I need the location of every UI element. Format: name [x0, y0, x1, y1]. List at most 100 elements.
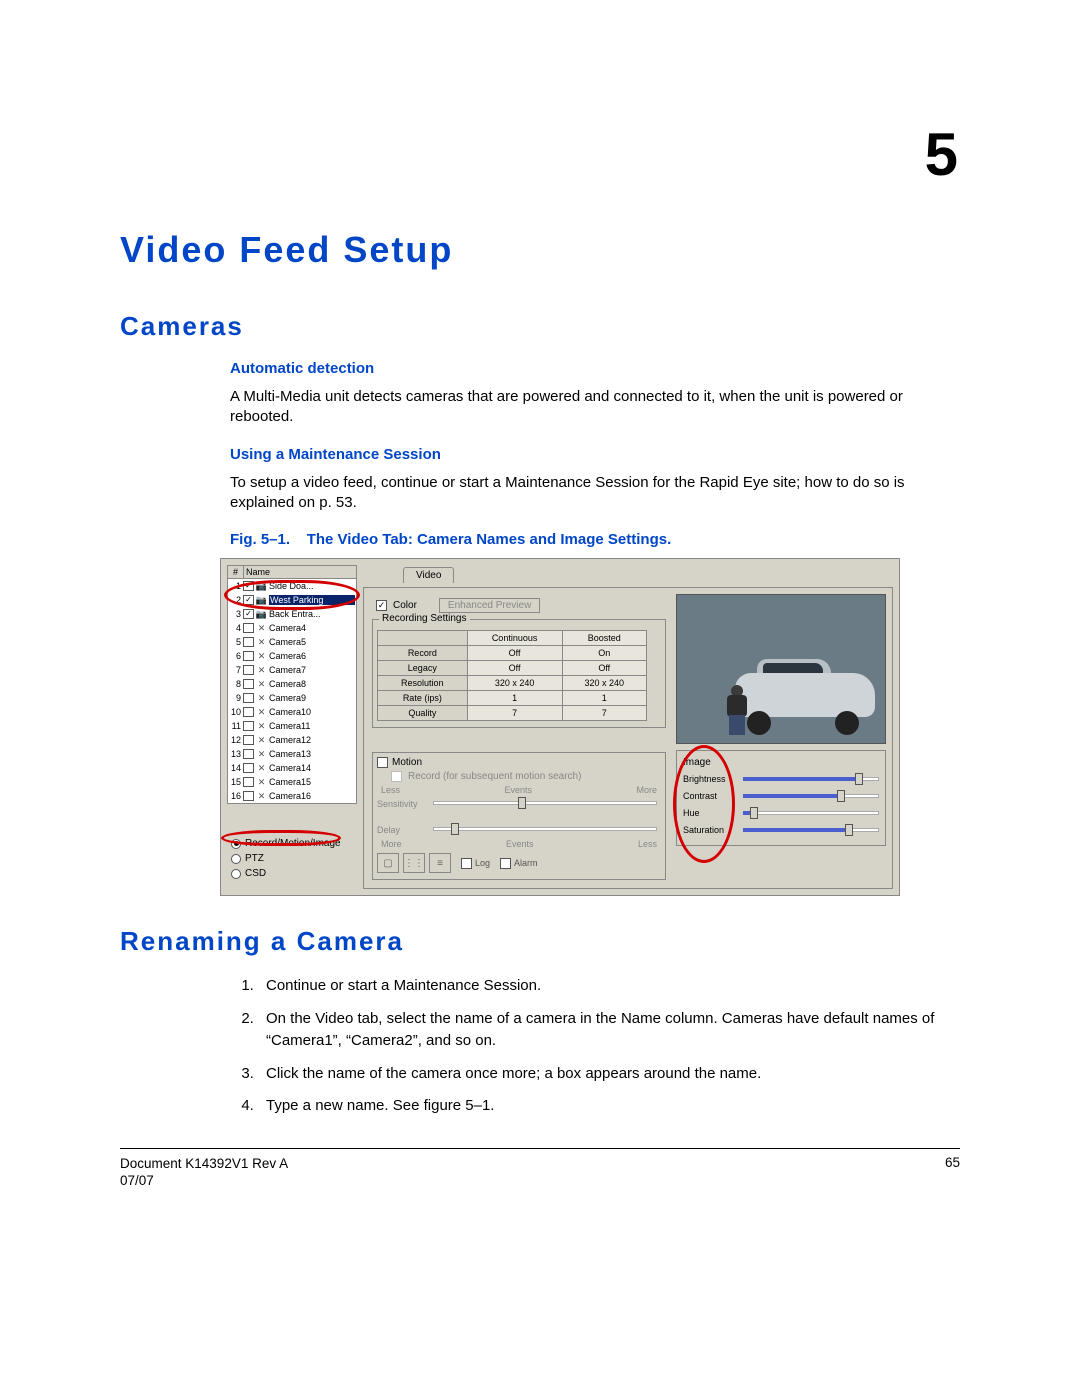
- camera-list[interactable]: # Name 1✓📷Side Doa...2✓📷West Parking3✓📷B…: [227, 565, 357, 804]
- enhanced-preview-button[interactable]: Enhanced Preview: [439, 598, 540, 613]
- recording-settings-table: ContinuousBoosted RecordOffOnLegacyOffOf…: [377, 630, 647, 721]
- camera-checkbox[interactable]: ✓: [243, 595, 254, 605]
- x-icon: ✕: [256, 721, 267, 731]
- camera-row[interactable]: 8✕Camera8: [228, 677, 356, 691]
- camera-label[interactable]: Camera10: [269, 707, 355, 717]
- camera-checkbox[interactable]: [243, 749, 254, 759]
- camera-label[interactable]: Camera5: [269, 637, 355, 647]
- rec-col-header: Continuous: [467, 631, 562, 646]
- step-item: Continue or start a Maintenance Session.: [258, 975, 960, 998]
- rec-col-header: [378, 631, 468, 646]
- camera-label[interactable]: West Parking: [269, 595, 355, 605]
- delay-less-label: Less: [638, 839, 657, 849]
- toolbar-btn-2[interactable]: ⋮⋮: [403, 853, 425, 873]
- motion-group: Motion Record (for subsequent motion sea…: [372, 752, 666, 880]
- camera-label[interactable]: Camera8: [269, 679, 355, 689]
- camera-index: 8: [229, 679, 243, 689]
- slider-contrast[interactable]: [743, 790, 879, 802]
- checkbox-color[interactable]: ✓: [376, 600, 387, 611]
- recording-settings-group: Recording Settings ContinuousBoosted Rec…: [372, 619, 666, 728]
- checkbox-record-motion[interactable]: [391, 771, 402, 782]
- camera-label[interactable]: Camera12: [269, 735, 355, 745]
- camera-checkbox[interactable]: [243, 679, 254, 689]
- camera-label[interactable]: Side Doa...: [269, 581, 355, 591]
- figure-video-tab: # Name 1✓📷Side Doa...2✓📷West Parking3✓📷B…: [220, 558, 900, 896]
- camera-label[interactable]: Camera7: [269, 665, 355, 675]
- rec-cell[interactable]: 320 x 240: [562, 676, 646, 691]
- radio-ptz-label: PTZ: [245, 853, 264, 864]
- x-icon: ✕: [256, 791, 267, 801]
- camera-label[interactable]: Camera15: [269, 777, 355, 787]
- rec-cell[interactable]: 1: [562, 691, 646, 706]
- camera-checkbox[interactable]: [243, 637, 254, 647]
- rec-cell[interactable]: Off: [562, 661, 646, 676]
- camera-label[interactable]: Camera16: [269, 791, 355, 801]
- camera-checkbox[interactable]: [243, 707, 254, 717]
- checkbox-motion[interactable]: [377, 757, 388, 768]
- camera-checkbox[interactable]: [243, 721, 254, 731]
- radio-ptz[interactable]: [231, 854, 241, 864]
- rec-cell[interactable]: Off: [467, 661, 562, 676]
- camera-label[interactable]: Back Entra...: [269, 609, 355, 619]
- camera-row[interactable]: 11✕Camera11: [228, 719, 356, 733]
- camera-row[interactable]: 3✓📷Back Entra...: [228, 607, 356, 621]
- camera-checkbox[interactable]: [243, 777, 254, 787]
- camera-checkbox[interactable]: [243, 693, 254, 703]
- person-icon: [725, 685, 749, 735]
- camera-row[interactable]: 16✕Camera16: [228, 789, 356, 803]
- toolbar-btn-1[interactable]: ▢: [377, 853, 399, 873]
- tab-video[interactable]: Video: [403, 567, 454, 583]
- rec-cell[interactable]: Off: [467, 646, 562, 661]
- camera-row[interactable]: 5✕Camera5: [228, 635, 356, 649]
- video-preview: [676, 594, 886, 744]
- radio-csd[interactable]: [231, 869, 241, 879]
- radio-record[interactable]: [231, 839, 241, 849]
- camera-row[interactable]: 14✕Camera14: [228, 761, 356, 775]
- rec-row-header: Rate (ips): [378, 691, 468, 706]
- camera-row[interactable]: 9✕Camera9: [228, 691, 356, 705]
- x-icon: ✕: [256, 693, 267, 703]
- motion-label: Motion: [392, 757, 422, 768]
- camera-row[interactable]: 7✕Camera7: [228, 663, 356, 677]
- checkbox-alarm[interactable]: [500, 858, 511, 869]
- camera-index: 14: [229, 763, 243, 773]
- camera-row[interactable]: 4✕Camera4: [228, 621, 356, 635]
- checkbox-log[interactable]: [461, 858, 472, 869]
- sensitivity-slider[interactable]: [433, 797, 657, 809]
- camera-checkbox[interactable]: [243, 665, 254, 675]
- camera-row[interactable]: 6✕Camera6: [228, 649, 356, 663]
- camera-checkbox[interactable]: ✓: [243, 581, 254, 591]
- camera-label[interactable]: Camera11: [269, 721, 355, 731]
- camera-checkbox[interactable]: ✓: [243, 609, 254, 619]
- camera-checkbox[interactable]: [243, 651, 254, 661]
- rec-cell[interactable]: 1: [467, 691, 562, 706]
- camera-row[interactable]: 2✓📷West Parking: [228, 593, 356, 607]
- camera-checkbox[interactable]: [243, 763, 254, 773]
- delay-slider[interactable]: [433, 823, 657, 835]
- camera-label[interactable]: Camera4: [269, 623, 355, 633]
- camera-row[interactable]: 15✕Camera15: [228, 775, 356, 789]
- camera-row[interactable]: 1✓📷Side Doa...: [228, 579, 356, 593]
- rec-cell[interactable]: 7: [562, 706, 646, 721]
- camera-row[interactable]: 12✕Camera12: [228, 733, 356, 747]
- camera-row[interactable]: 13✕Camera13: [228, 747, 356, 761]
- slider-brightness[interactable]: [743, 773, 879, 785]
- camera-checkbox[interactable]: [243, 735, 254, 745]
- car-icon: [735, 655, 875, 735]
- toolbar-btn-3[interactable]: ≡: [429, 853, 451, 873]
- camera-label[interactable]: Camera13: [269, 749, 355, 759]
- rec-cell[interactable]: On: [562, 646, 646, 661]
- camera-row[interactable]: 10✕Camera10: [228, 705, 356, 719]
- camera-label[interactable]: Camera6: [269, 651, 355, 661]
- rec-cell[interactable]: 7: [467, 706, 562, 721]
- camera-checkbox[interactable]: [243, 623, 254, 633]
- mode-radios: Record/Motion/Image PTZ CSD: [227, 834, 357, 883]
- slider-saturation[interactable]: [743, 824, 879, 836]
- camera-label[interactable]: Camera14: [269, 763, 355, 773]
- slider-hue[interactable]: [743, 807, 879, 819]
- camera-label[interactable]: Camera9: [269, 693, 355, 703]
- rec-cell[interactable]: 320 x 240: [467, 676, 562, 691]
- section-renaming: Renaming a Camera: [120, 926, 960, 957]
- x-icon: ✕: [256, 749, 267, 759]
- camera-checkbox[interactable]: [243, 791, 254, 801]
